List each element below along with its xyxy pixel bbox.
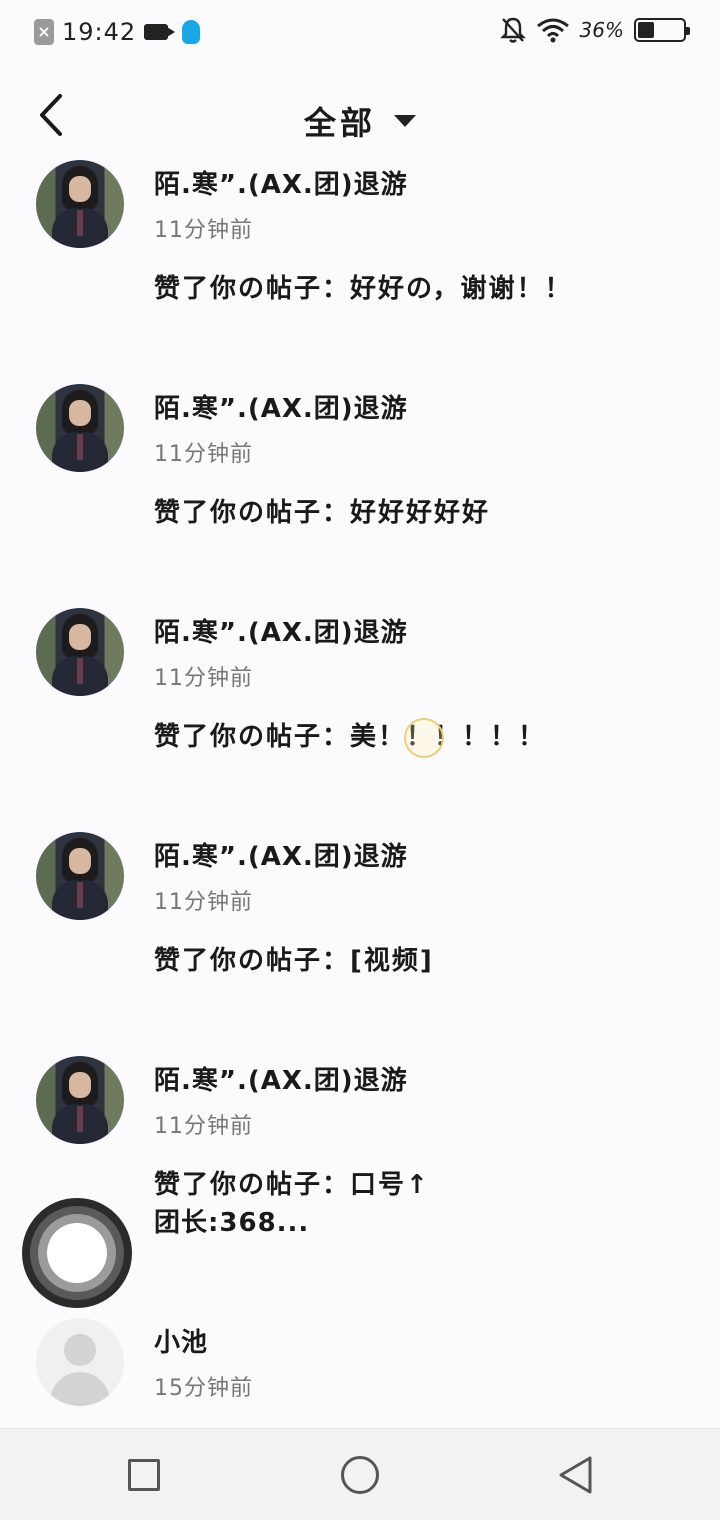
list-item[interactable]: 小池 15分钟前 (0, 1314, 720, 1428)
battery-percent: 36% (579, 18, 624, 42)
user-name[interactable]: 陌.寒”.(AX.团)退游 (154, 836, 408, 873)
timestamp: 11分钟前 (154, 1114, 253, 1139)
wifi-icon (536, 18, 569, 43)
status-bar: × 19:42 36% (0, 0, 720, 64)
user-name[interactable]: 陌.寒”.(AX.团)退游 (154, 164, 408, 201)
floating-assistive-button[interactable] (22, 1198, 132, 1308)
timestamp: 11分钟前 (154, 442, 253, 467)
message-text: 赞了你の帖子：好好好好好 (154, 498, 491, 528)
status-right: 36% (499, 16, 690, 44)
timestamp: 11分钟前 (154, 890, 253, 915)
filter-dropdown[interactable]: 全部 (0, 98, 720, 144)
user-name[interactable]: 陌.寒”.(AX.团)退游 (154, 388, 408, 425)
user-name[interactable]: 小池 (154, 1322, 208, 1359)
battery-icon (634, 18, 690, 42)
avatar[interactable] (36, 160, 124, 248)
user-name[interactable]: 陌.寒”.(AX.团)退游 (154, 612, 408, 649)
page-title: 全部 (303, 104, 376, 142)
timestamp: 11分钟前 (154, 218, 253, 243)
avatar[interactable] (36, 1318, 124, 1406)
avatar[interactable] (36, 384, 124, 472)
list-item[interactable]: 陌.寒”.(AX.团)退游 11分钟前 赞了你の帖子：美！！！！！！ (0, 604, 720, 828)
status-left: × 19:42 (34, 18, 201, 46)
bell-off-icon (499, 17, 526, 43)
user-name[interactable]: 陌.寒”.(AX.团)退游 (154, 1060, 408, 1097)
touch-indicator (404, 718, 444, 758)
close-icon: × (34, 19, 54, 45)
avatar[interactable] (36, 832, 124, 920)
qq-penguin-icon (182, 20, 201, 44)
video-camera-icon (144, 24, 176, 40)
status-time: 19:42 (62, 18, 137, 46)
list-item[interactable]: 陌.寒”.(AX.团)退游 11分钟前 赞了你の帖子：[视频] (0, 828, 720, 1052)
list-item[interactable]: 陌.寒”.(AX.团)退游 11分钟前 赞了你の帖子：好好の，谢谢！！ (0, 156, 720, 380)
list-item[interactable]: 陌.寒”.(AX.团)退游 11分钟前 赞了你の帖子：好好好好好 (0, 380, 720, 604)
caret-down-icon (394, 115, 416, 127)
back-triangle-icon[interactable] (556, 1455, 596, 1495)
timestamp: 11分钟前 (154, 666, 253, 691)
avatar[interactable] (36, 608, 124, 696)
timestamp: 15分钟前 (154, 1376, 253, 1401)
navigation-bar (0, 1428, 720, 1520)
avatar[interactable] (36, 1056, 124, 1144)
message-text-line2: 团长:368... (154, 1208, 310, 1238)
header: 全部 (0, 80, 720, 156)
home-icon[interactable] (340, 1455, 380, 1495)
message-text: 赞了你の帖子：口号↑ (154, 1170, 430, 1200)
message-text: 赞了你の帖子：[视频] (154, 946, 434, 976)
recent-apps-icon[interactable] (124, 1455, 164, 1495)
message-text: 赞了你の帖子：好好の，谢谢！！ (154, 274, 573, 304)
message-text: 赞了你の帖子：美！！！！！！ (154, 722, 547, 752)
